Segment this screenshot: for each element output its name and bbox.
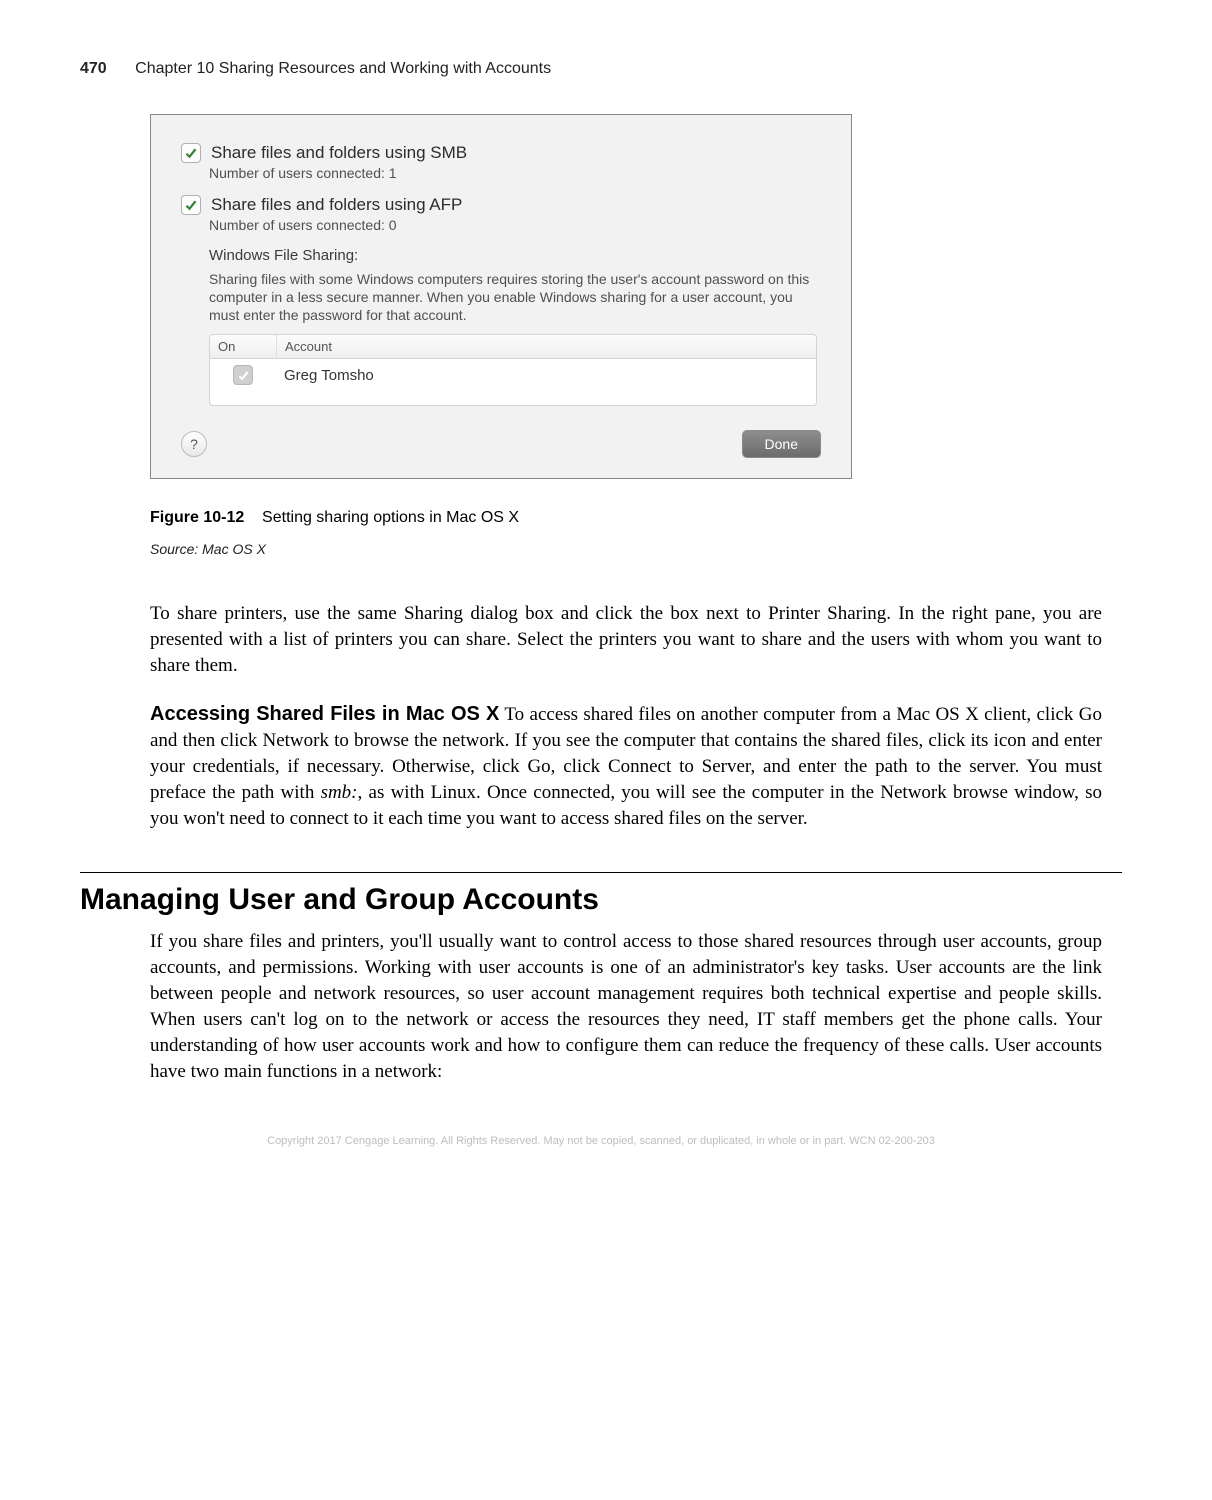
table-row[interactable]: Greg Tomsho (210, 359, 816, 405)
windows-file-sharing-description: Sharing files with some Windows computer… (209, 270, 821, 324)
afp-label: Share files and folders using AFP (211, 195, 462, 215)
italic-term: smb: (321, 782, 358, 803)
checkbox-checked-icon[interactable] (181, 143, 201, 163)
done-button[interactable]: Done (742, 430, 821, 458)
figure-caption: Figure 10-12 Setting sharing options in … (150, 509, 1122, 527)
run-in-heading: Accessing Shared Files in Mac OS X (150, 703, 499, 725)
smb-label: Share files and folders using SMB (211, 143, 467, 163)
afp-connected-count: Number of users connected: 0 (209, 217, 821, 233)
accounts-table: On Account Greg Tomsho (209, 334, 817, 406)
page-number: 470 (80, 60, 107, 77)
windows-file-sharing-heading: Windows File Sharing: (209, 247, 821, 264)
macos-sharing-dialog: Share files and folders using SMB Number… (150, 114, 852, 479)
figure-label: Figure 10-12 (150, 509, 244, 526)
smb-connected-count: Number of users connected: 1 (209, 165, 821, 181)
afp-option-row[interactable]: Share files and folders using AFP (181, 195, 821, 215)
section-rule (80, 872, 1122, 873)
checkbox-checked-icon[interactable] (181, 195, 201, 215)
body-paragraph-1: To share printers, use the same Sharing … (150, 601, 1102, 679)
accounts-table-header: On Account (210, 335, 816, 359)
checkbox-checked-icon[interactable] (233, 365, 253, 385)
section-heading: Managing User and Group Accounts (80, 883, 1122, 917)
figure-caption-text: Setting sharing options in Mac OS X (262, 509, 519, 526)
column-header-on: On (210, 335, 277, 358)
smb-option-row[interactable]: Share files and folders using SMB (181, 143, 821, 163)
figure-source: Source: Mac OS X (150, 541, 1122, 557)
help-button[interactable]: ? (181, 431, 207, 457)
column-header-account: Account (277, 335, 816, 358)
chapter-title: Chapter 10 Sharing Resources and Working… (135, 60, 551, 77)
copyright-notice: Copyright 2017 Cengage Learning. All Rig… (80, 1135, 1122, 1147)
running-header: 470 Chapter 10 Sharing Resources and Wor… (80, 60, 1122, 78)
section-body: If you share files and printers, you'll … (150, 929, 1102, 1085)
dialog-footer: ? Done (181, 430, 821, 458)
account-name: Greg Tomsho (276, 367, 816, 384)
body-paragraph-2: Accessing Shared Files in Mac OS X To ac… (150, 701, 1102, 832)
